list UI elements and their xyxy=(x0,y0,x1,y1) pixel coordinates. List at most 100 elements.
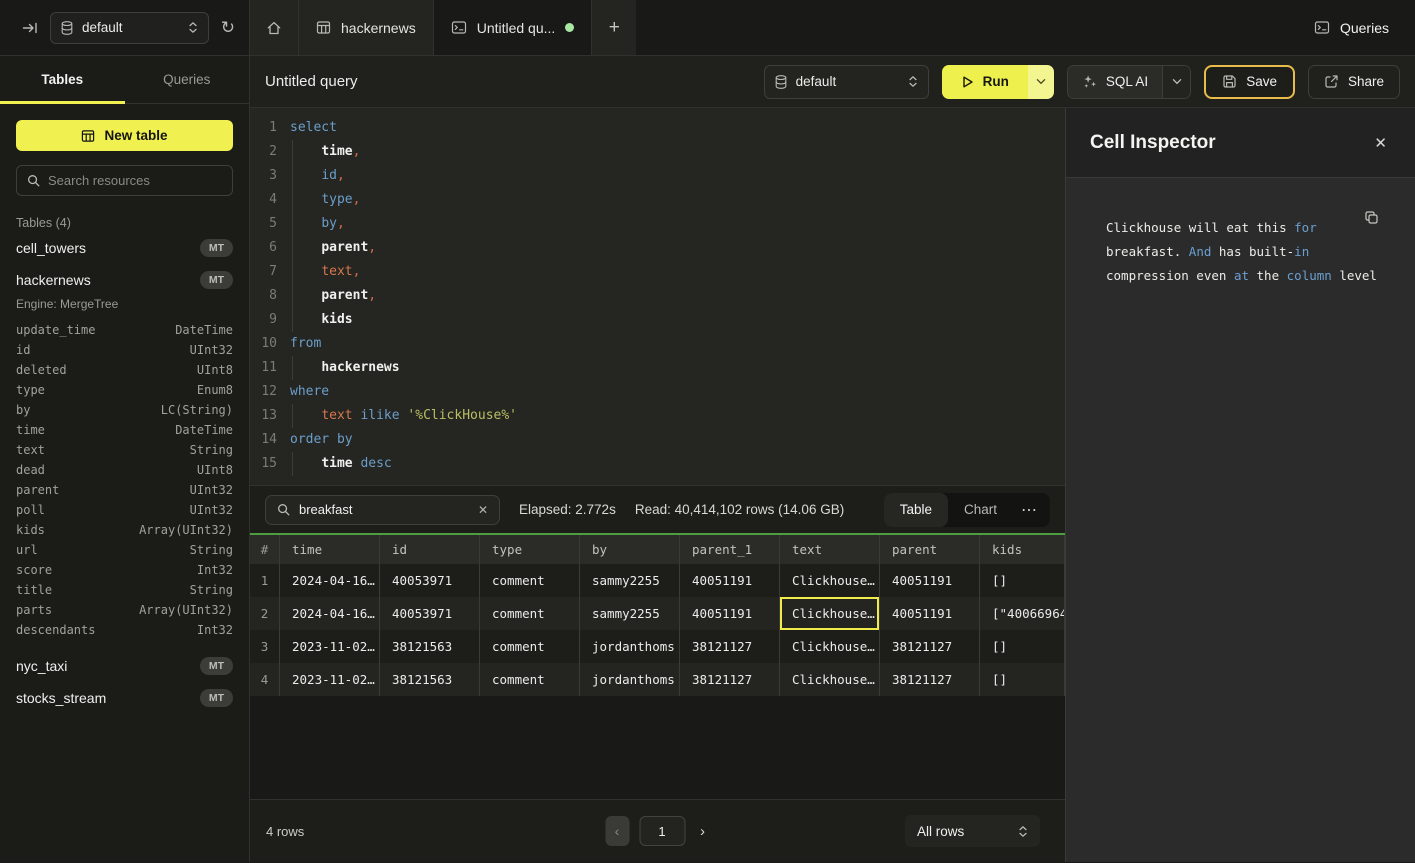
table-cell[interactable]: jordanthoms xyxy=(580,630,680,663)
table-row: 32023-11-02…38121563commentjordanthoms38… xyxy=(250,630,1065,663)
table-cell[interactable]: 40051191 xyxy=(880,597,980,630)
topbar: default ↻ hackernews Untitled qu... + xyxy=(0,0,1415,56)
previous-page-button[interactable]: ‹ xyxy=(605,816,629,846)
run-button[interactable]: Run xyxy=(942,65,1028,99)
row-count-label: 4 rows xyxy=(266,824,304,839)
row-number-cell: 3 xyxy=(250,630,280,663)
results-search[interactable]: ✕ xyxy=(265,495,500,525)
column-name: poll xyxy=(16,500,45,520)
topbar-left: default ↻ xyxy=(0,0,250,55)
table-cell[interactable]: 38121563 xyxy=(380,663,480,696)
table-cell[interactable]: [] xyxy=(980,630,1065,663)
column-header[interactable]: time xyxy=(280,535,380,564)
table-cell[interactable]: [] xyxy=(980,663,1065,696)
table-cell[interactable]: [] xyxy=(980,564,1065,597)
page-size-selector[interactable]: All rows xyxy=(905,815,1040,847)
tab-hackernews[interactable]: hackernews xyxy=(299,0,434,55)
table-cell[interactable]: Clickhouse… xyxy=(780,597,880,630)
page-number-input[interactable] xyxy=(639,816,685,846)
tab-strip: hackernews Untitled qu... + xyxy=(250,0,636,55)
table-cell[interactable]: comment xyxy=(480,630,580,663)
table-cell[interactable]: 40051191 xyxy=(680,564,780,597)
column-header[interactable]: # xyxy=(250,535,280,564)
query-database-selector[interactable]: default xyxy=(764,65,929,99)
code-content: parent, xyxy=(290,284,376,308)
new-table-button[interactable]: New table xyxy=(16,120,233,151)
sidebar-table-item[interactable]: nyc_taxiMT xyxy=(0,650,249,682)
column-type: Int32 xyxy=(197,620,233,640)
column-header[interactable]: parent xyxy=(880,535,980,564)
table-cell[interactable]: Clickhouse… xyxy=(780,564,880,597)
tab-home[interactable] xyxy=(250,0,299,55)
sidebar-table-item[interactable]: cell_towersMT xyxy=(0,232,249,264)
close-icon[interactable]: ✕ xyxy=(1374,134,1387,152)
new-tab-button[interactable]: + xyxy=(592,0,636,55)
table-cell[interactable]: 38121127 xyxy=(880,663,980,696)
table-cell[interactable]: 40053971 xyxy=(380,597,480,630)
table-row: 42023-11-02…38121563commentjordanthoms38… xyxy=(250,663,1065,696)
table-cell[interactable]: comment xyxy=(480,564,580,597)
table-cell[interactable]: 40051191 xyxy=(880,564,980,597)
queries-button[interactable]: Queries xyxy=(1314,0,1415,55)
sidebar-table-item[interactable]: hackernewsMT xyxy=(0,264,249,296)
table-cell[interactable]: 38121127 xyxy=(680,663,780,696)
table-cell[interactable]: 40053971 xyxy=(380,564,480,597)
tab-untitled-query[interactable]: Untitled qu... xyxy=(434,0,593,55)
table-cell[interactable]: 38121127 xyxy=(680,630,780,663)
view-tab-label: Chart xyxy=(964,502,997,517)
table-cell[interactable]: Clickhouse… xyxy=(780,630,880,663)
sql-ai-options-button[interactable] xyxy=(1162,66,1190,98)
sidebar-search[interactable] xyxy=(16,165,233,196)
refresh-icon[interactable]: ↻ xyxy=(221,19,235,36)
table-cell[interactable]: comment xyxy=(480,663,580,696)
line-number: 7 xyxy=(250,260,277,284)
table-cell[interactable]: 2023-11-02… xyxy=(280,663,380,696)
table-cell[interactable]: 2023-11-02… xyxy=(280,630,380,663)
database-selector[interactable]: default xyxy=(50,12,209,44)
sidebar-table-item[interactable]: stocks_streamMT xyxy=(0,682,249,714)
table-cell[interactable]: 40051191 xyxy=(680,597,780,630)
table-cell[interactable]: 38121563 xyxy=(380,630,480,663)
column-header[interactable]: kids xyxy=(980,535,1065,564)
sidebar-tab-tables[interactable]: Tables xyxy=(0,56,125,103)
sql-ai-button[interactable]: SQL AI xyxy=(1068,66,1162,98)
table-cell[interactable]: 2024-04-16… xyxy=(280,597,380,630)
code-content: order by xyxy=(290,428,353,452)
table-cell[interactable]: 38121127 xyxy=(880,630,980,663)
sidebar-tab-queries[interactable]: Queries xyxy=(125,56,250,103)
results-search-input[interactable] xyxy=(299,502,469,517)
sql-editor[interactable]: 1select2 time,3 id,4 type,5 by,6 parent,… xyxy=(250,108,1065,485)
run-options-button[interactable] xyxy=(1028,65,1054,99)
collapse-sidebar-icon[interactable] xyxy=(22,21,38,35)
more-options-icon[interactable]: ⋯ xyxy=(1013,500,1046,520)
table-cell[interactable]: jordanthoms xyxy=(580,663,680,696)
next-page-button[interactable]: › xyxy=(695,823,710,840)
sidebar: Tables Queries New table Tables (4) cell… xyxy=(0,56,250,862)
line-number: 1 xyxy=(250,116,277,140)
table-cell[interactable]: sammy2255 xyxy=(580,564,680,597)
column-header[interactable]: id xyxy=(380,535,480,564)
column-row: timeDateTime xyxy=(0,420,249,440)
column-name: update_time xyxy=(16,320,95,340)
table-cell[interactable]: sammy2255 xyxy=(580,597,680,630)
column-header[interactable]: parent_1 xyxy=(680,535,780,564)
sidebar-search-input[interactable] xyxy=(48,173,222,188)
column-header[interactable]: by xyxy=(580,535,680,564)
table-cell[interactable]: 2024-04-16… xyxy=(280,564,380,597)
save-button[interactable]: Save xyxy=(1204,65,1295,99)
sql-ai-label: SQL AI xyxy=(1106,74,1148,89)
share-button[interactable]: Share xyxy=(1308,65,1400,99)
view-tab-chart[interactable]: Chart xyxy=(948,493,1013,527)
table-cell[interactable]: comment xyxy=(480,597,580,630)
code-line: 13 text ilike '%ClickHouse%' xyxy=(250,404,1065,428)
column-header[interactable]: type xyxy=(480,535,580,564)
line-number: 12 xyxy=(250,380,277,404)
column-name: by xyxy=(16,400,30,420)
results-table: #timeidtypebyparent_1textparentkids 1202… xyxy=(250,533,1065,696)
column-header[interactable]: text xyxy=(780,535,880,564)
copy-icon[interactable] xyxy=(1364,210,1379,225)
table-cell[interactable]: ["40066964… xyxy=(980,597,1065,630)
table-cell[interactable]: Clickhouse… xyxy=(780,663,880,696)
clear-search-icon[interactable]: ✕ xyxy=(478,503,488,517)
view-tab-table[interactable]: Table xyxy=(884,493,948,527)
